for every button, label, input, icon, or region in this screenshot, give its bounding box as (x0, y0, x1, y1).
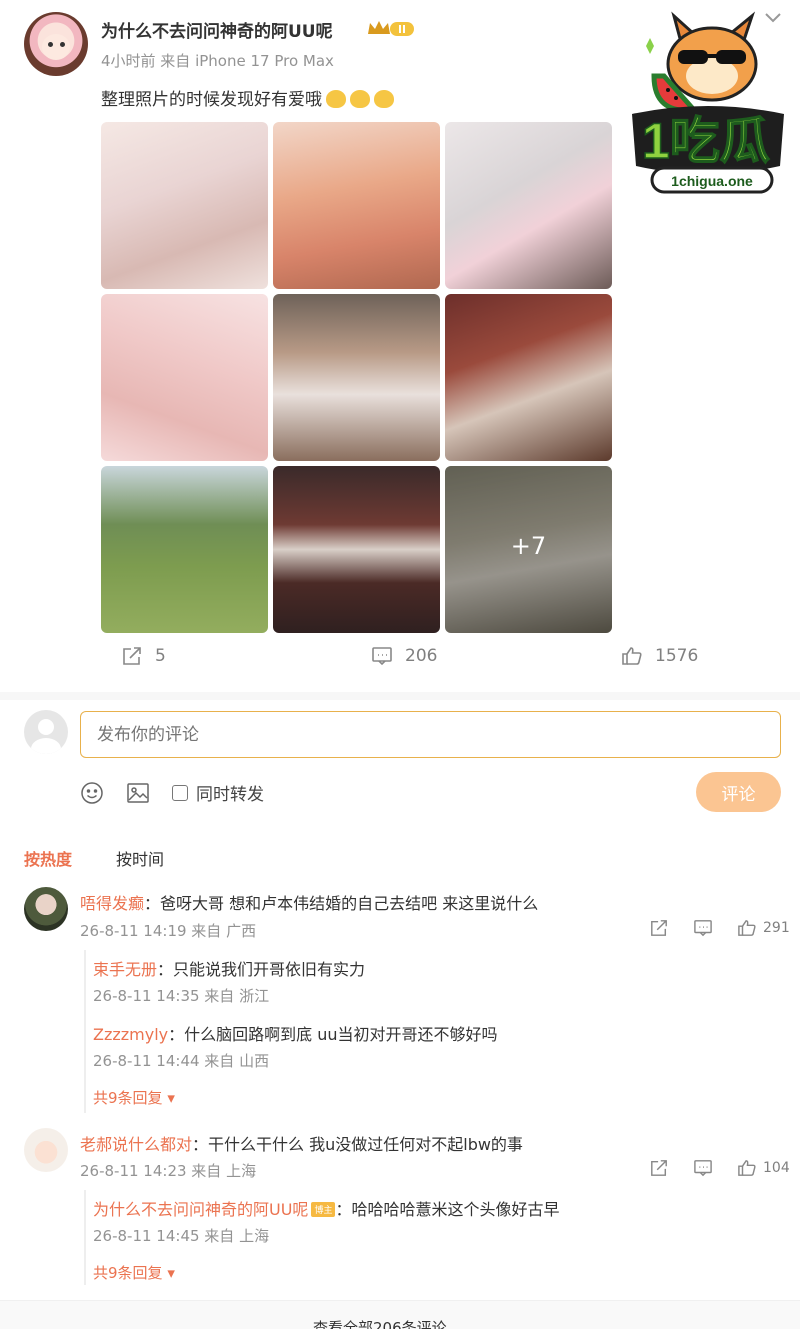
repost-label: 同时转发 (196, 785, 264, 805)
current-user-avatar (24, 710, 68, 754)
share-icon (123, 647, 141, 665)
photo-thumbnail[interactable] (445, 294, 612, 461)
reply-time: 26-8-11 14:45 来自 上海 (93, 1227, 270, 1245)
replier-name[interactable]: Zzzzmyly (93, 1025, 168, 1044)
reply-body: ：只能说我们开哥依旧有实力 (157, 960, 366, 979)
comment-like-count: 104 (763, 1160, 790, 1176)
more-replies-label: 共9条回复 (93, 1089, 163, 1107)
comment-input[interactable] (80, 711, 781, 758)
reply-time: 26-8-11 14:35 来自 浙江 (93, 987, 270, 1005)
more-replies-link[interactable]: 共9条回复 ▾ (93, 1087, 175, 1108)
sort-by-time-tab[interactable]: 按时间 (116, 846, 164, 870)
commenter-avatar[interactable] (24, 1128, 68, 1172)
more-replies-link[interactable]: 共9条回复 ▾ (93, 1262, 175, 1283)
post-meta: 4小时前 来自 iPhone 17 Pro Max (101, 52, 334, 70)
author-avatar[interactable] (24, 12, 88, 76)
composer-tools: 同时转发 (80, 780, 264, 805)
reply-text: 束手无册：只能说我们开哥依旧有实力 (93, 956, 365, 980)
thumbs-up-icon[interactable] (737, 1159, 757, 1177)
photo-thumbnail[interactable] (101, 122, 268, 289)
comment-icon[interactable] (693, 919, 713, 937)
photo-thumbnail[interactable] (273, 466, 440, 633)
commenter-name[interactable]: 唔得发癫 (80, 894, 144, 913)
photo-thumbnail-more[interactable]: +7 (445, 466, 612, 633)
comment-actions: 104 (649, 1159, 790, 1177)
watermark-logo: 1吃瓜 1chigua.one (632, 11, 784, 194)
commenter-name[interactable]: 老郝说什么都对 (80, 1135, 192, 1154)
author-badge: 博主 (311, 1202, 336, 1217)
thumbs-up-icon[interactable] (737, 919, 757, 937)
photo-thumbnail[interactable] (273, 294, 440, 461)
clap-emoji-icon (326, 90, 346, 108)
submit-comment-button[interactable]: 评论 (696, 772, 781, 812)
comment-like-count: 291 (763, 920, 790, 936)
share-count: 5 (155, 646, 166, 666)
comment-body: ：干什么干什么 我u没做过任何对不起lbw的事 (192, 1135, 523, 1154)
replier-name[interactable]: 为什么不去问问神奇的阿UU呢 (93, 1200, 308, 1219)
caption-text: 整理照片的时候发现好有爱哦 (101, 90, 322, 110)
reply-time: 26-8-11 14:44 来自 山西 (93, 1052, 270, 1070)
comment-time: 26-8-11 14:19 来自 广西 (80, 922, 257, 940)
photo-grid: +7 (101, 122, 613, 633)
more-photos-count: +7 (510, 532, 547, 560)
photo-thumbnail[interactable] (101, 466, 268, 633)
thumbs-up-icon (622, 647, 642, 665)
clap-emoji-icon (350, 90, 370, 108)
emoji-icon[interactable] (80, 781, 104, 805)
replier-name[interactable]: 束手无册 (93, 960, 157, 979)
reply-text: 为什么不去问问神奇的阿UU呢 博主 ：哈哈哈哈薏米这个头像好古早 (93, 1196, 559, 1220)
comment-count: 206 (405, 646, 438, 666)
comment-text: 唔得发癫：爸呀大哥 想和卢本伟结婚的自己去结吧 来这里说什么 (80, 890, 538, 914)
like-count: 1576 (655, 646, 699, 666)
reply-text: Zzzzmyly：什么脑回路啊到底 uu当初对开哥还不够好吗 (93, 1021, 498, 1045)
comment-icon[interactable] (693, 1159, 713, 1177)
reply-body: ：哈哈哈哈薏米这个头像好古早 (335, 1200, 560, 1219)
comment-button[interactable]: 206 (371, 646, 437, 666)
svg-text:1chigua.one: 1chigua.one (671, 173, 753, 189)
commenter-avatar[interactable] (24, 887, 68, 931)
comment-body: ：爸呀大哥 想和卢本伟结婚的自己去结吧 来这里说什么 (144, 894, 539, 913)
caret-down-icon: ▾ (162, 1089, 175, 1107)
photo-thumbnail[interactable] (273, 122, 440, 289)
share-button[interactable]: 5 (121, 646, 166, 666)
comment-time: 26-8-11 14:23 来自 上海 (80, 1162, 257, 1180)
comment-text: 老郝说什么都对：干什么干什么 我u没做过任何对不起lbw的事 (80, 1131, 523, 1155)
repost-checkbox[interactable] (172, 784, 188, 801)
like-button[interactable]: 1576 (621, 646, 698, 666)
sort-by-hot-tab[interactable]: 按热度 (24, 846, 72, 870)
share-icon[interactable] (649, 919, 669, 937)
view-all-comments-bar[interactable]: 查看全部206条评论 (0, 1300, 800, 1329)
vip-crown-icon (368, 21, 414, 36)
share-icon[interactable] (649, 1159, 669, 1177)
photo-thumbnail[interactable] (445, 122, 612, 289)
reply-body: ：什么脑回路啊到底 uu当初对开哥还不够好吗 (168, 1025, 498, 1044)
caret-down-icon: ▾ (162, 1264, 175, 1282)
comment-actions: 291 (649, 919, 790, 937)
clap-emoji-icon (374, 90, 394, 108)
photo-thumbnail[interactable] (101, 294, 268, 461)
author-name[interactable]: 为什么不去问问神奇的阿UU呢 (101, 17, 333, 42)
post-caption: 整理照片的时候发现好有爱哦 (101, 85, 394, 110)
image-icon[interactable] (126, 781, 150, 805)
view-all-comments-label: 查看全部206条评论 (313, 1319, 447, 1329)
section-divider (0, 692, 800, 700)
more-replies-label: 共9条回复 (93, 1264, 163, 1282)
comment-icon (372, 647, 392, 666)
svg-text:1吃瓜: 1吃瓜 (642, 113, 770, 169)
